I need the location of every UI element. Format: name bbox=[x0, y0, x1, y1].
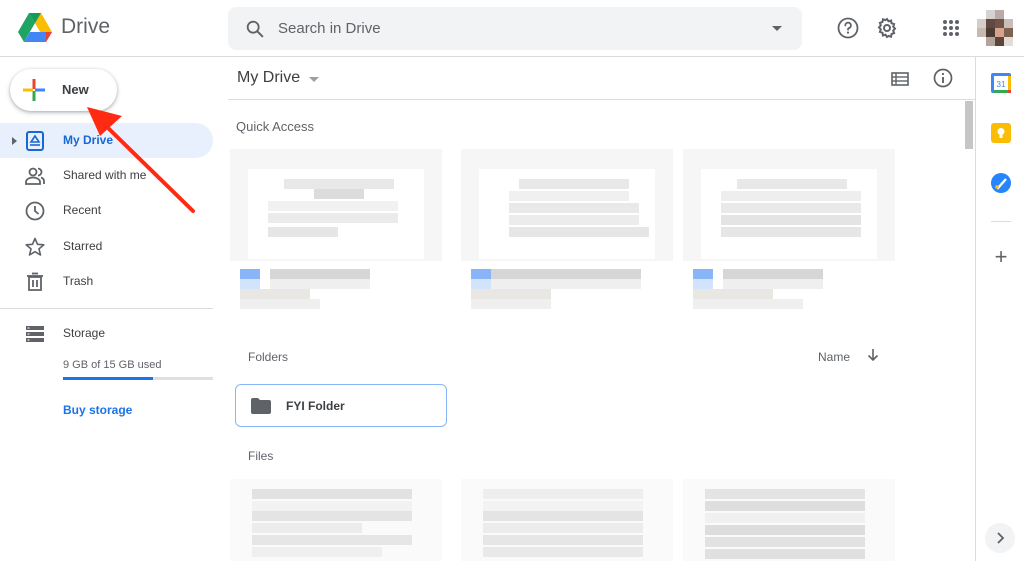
file-thumbnail bbox=[701, 169, 877, 259]
chevron-right-icon bbox=[997, 532, 1005, 544]
main-content: My Drive Quick Access Folders Name FYI F… bbox=[228, 57, 975, 561]
sidebar: New My Drive Shared with me Recent Starr… bbox=[0, 57, 228, 561]
star-icon bbox=[25, 237, 45, 256]
buy-storage-link[interactable]: Buy storage bbox=[63, 403, 132, 417]
sidebar-item-starred[interactable]: Starred bbox=[0, 229, 213, 264]
shared-icon bbox=[25, 167, 45, 185]
sort-direction-arrow-icon[interactable] bbox=[865, 347, 881, 363]
search-input[interactable]: Search in Drive bbox=[278, 20, 381, 37]
keep-icon[interactable] bbox=[991, 123, 1011, 143]
sidebar-item-label: Starred bbox=[63, 239, 103, 253]
file-card[interactable] bbox=[683, 479, 895, 561]
expand-arrow-icon[interactable] bbox=[12, 137, 17, 145]
brand-name: Drive bbox=[61, 15, 111, 38]
sidebar-item-label: My Drive bbox=[63, 133, 114, 147]
storage-label: Storage bbox=[63, 326, 106, 340]
side-panel-divider bbox=[991, 221, 1011, 222]
apps-grid-icon[interactable] bbox=[939, 16, 963, 40]
file-meta bbox=[230, 261, 442, 321]
file-thumbnail bbox=[248, 169, 424, 259]
title-dropdown-icon[interactable] bbox=[309, 77, 319, 82]
scrollbar-thumb[interactable] bbox=[965, 101, 973, 149]
new-button-label: New bbox=[62, 82, 89, 97]
top-bar: Drive Search in Drive bbox=[0, 0, 1024, 57]
my-drive-icon bbox=[26, 131, 44, 151]
search-icon[interactable] bbox=[244, 18, 266, 40]
sidebar-item-shared-with-me[interactable]: Shared with me bbox=[0, 158, 213, 193]
plus-icon bbox=[23, 79, 45, 101]
sidebar-item-my-drive[interactable]: My Drive bbox=[0, 123, 213, 158]
search-options-icon[interactable] bbox=[772, 26, 782, 31]
new-button[interactable]: New bbox=[10, 69, 117, 111]
drive-logo-icon[interactable] bbox=[18, 11, 52, 43]
sidebar-item-trash[interactable]: Trash bbox=[0, 264, 213, 299]
storage-used-text: 9 GB of 15 GB used bbox=[63, 359, 162, 371]
clock-icon bbox=[25, 201, 45, 221]
settings-icon[interactable] bbox=[875, 16, 899, 40]
list-view-icon[interactable] bbox=[890, 69, 910, 89]
account-avatar[interactable] bbox=[977, 10, 1013, 46]
sidebar-item-recent[interactable]: Recent bbox=[0, 193, 213, 228]
main-header: My Drive bbox=[228, 57, 975, 100]
tasks-icon[interactable] bbox=[991, 173, 1011, 193]
sort-by-name-button[interactable]: Name bbox=[818, 350, 850, 364]
storage-icon bbox=[26, 326, 44, 342]
file-thumbnail bbox=[479, 169, 655, 259]
folder-name: FYI Folder bbox=[286, 399, 345, 413]
page-title[interactable]: My Drive bbox=[237, 69, 300, 87]
file-meta bbox=[461, 261, 673, 321]
calendar-day: 31 bbox=[997, 80, 1006, 89]
folders-label: Folders bbox=[248, 350, 289, 364]
expand-panel-button[interactable] bbox=[985, 523, 1015, 553]
add-addon-button[interactable]: + bbox=[991, 246, 1011, 268]
calendar-icon[interactable]: 31 bbox=[991, 73, 1011, 93]
quick-access-card[interactable] bbox=[461, 149, 673, 321]
files-label: Files bbox=[248, 449, 274, 463]
file-meta bbox=[683, 261, 895, 321]
side-panel: 31 + bbox=[975, 57, 1024, 561]
scrollbar-track[interactable] bbox=[965, 100, 975, 561]
sidebar-item-label: Recent bbox=[63, 203, 102, 217]
sidebar-item-label: Trash bbox=[63, 274, 94, 288]
quick-access-card[interactable] bbox=[683, 149, 895, 321]
quick-access-label: Quick Access bbox=[236, 119, 315, 134]
quick-access-card[interactable] bbox=[230, 149, 442, 321]
file-card[interactable] bbox=[461, 479, 673, 561]
file-card[interactable] bbox=[230, 479, 442, 561]
trash-icon bbox=[27, 272, 43, 291]
sidebar-item-label: Shared with me bbox=[63, 168, 147, 182]
folder-item[interactable]: FYI Folder bbox=[235, 384, 447, 427]
sidebar-divider bbox=[0, 308, 213, 309]
search-bar[interactable]: Search in Drive bbox=[228, 7, 802, 50]
storage-progress-fill bbox=[63, 377, 153, 380]
help-icon[interactable] bbox=[836, 16, 860, 40]
info-icon[interactable] bbox=[932, 67, 954, 89]
storage-progress-bar bbox=[63, 377, 213, 380]
sidebar-item-storage[interactable]: Storage bbox=[0, 316, 213, 351]
folder-icon bbox=[251, 398, 271, 414]
